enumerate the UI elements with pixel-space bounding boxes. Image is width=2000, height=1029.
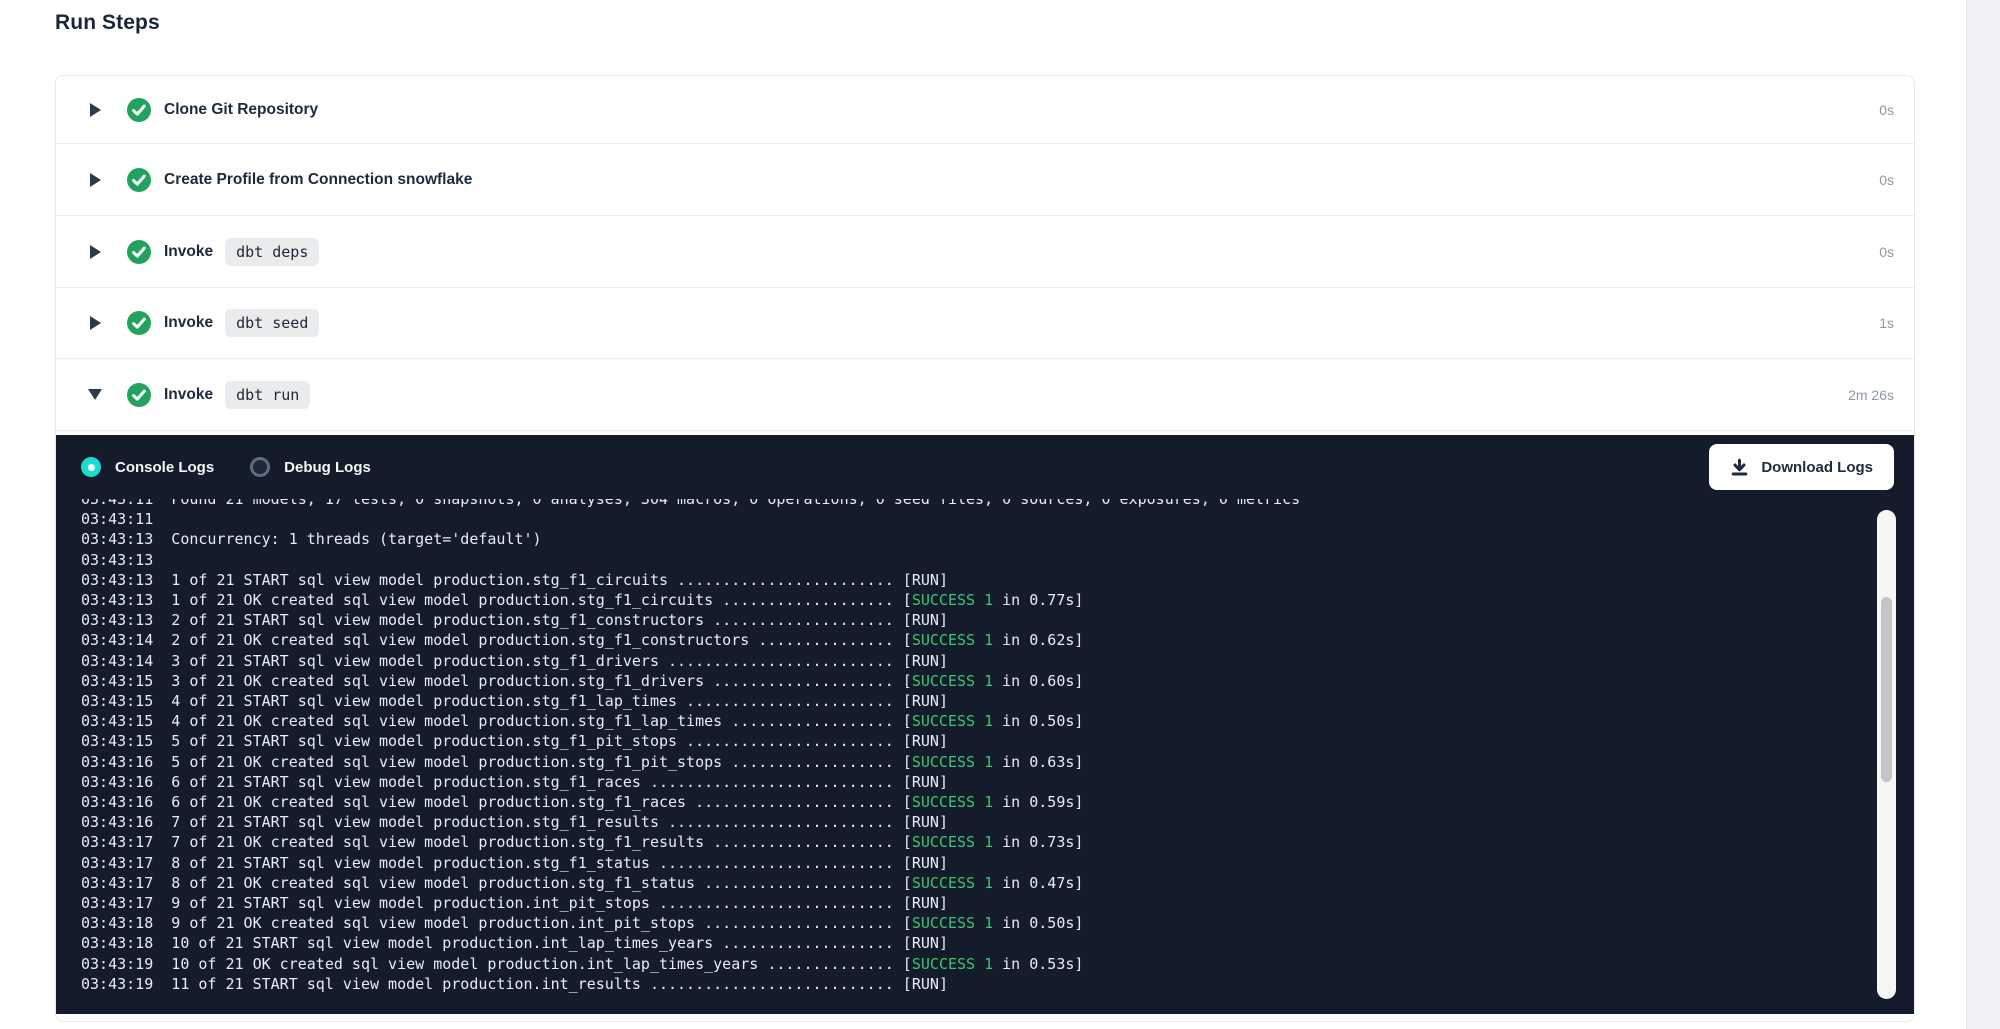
radio-unselected-icon[interactable] bbox=[250, 457, 270, 477]
chevron-right-icon bbox=[90, 173, 101, 187]
step-row-create-profile[interactable]: Create Profile from Connection snowflake… bbox=[56, 144, 1914, 216]
debug-logs-label: Debug Logs bbox=[284, 459, 371, 476]
step-row-clone-git-repository[interactable]: Clone Git Repository 0s bbox=[56, 76, 1914, 144]
expand-toggle[interactable] bbox=[88, 316, 102, 330]
step-row-invoke-dbt-seed[interactable]: Invoke dbt seed 1s bbox=[56, 288, 1914, 359]
expand-toggle[interactable] bbox=[88, 245, 102, 259]
log-line: 03:43:18 9 of 21 OK created sql view mod… bbox=[81, 913, 1914, 933]
log-line: 03:43:15 5 of 21 START sql view model pr… bbox=[81, 731, 1914, 751]
log-line: 03:43:16 5 of 21 OK created sql view mod… bbox=[81, 752, 1914, 772]
command-badge: dbt run bbox=[225, 381, 310, 409]
log-line: 03:43:17 8 of 21 START sql view model pr… bbox=[81, 853, 1914, 873]
log-scrollbar-track[interactable] bbox=[1877, 510, 1896, 999]
log-line: 03:43:16 7 of 21 START sql view model pr… bbox=[81, 812, 1914, 832]
step-duration: 0s bbox=[1879, 244, 1894, 260]
log-line: 03:43:13 bbox=[81, 550, 1914, 570]
download-icon bbox=[1730, 458, 1749, 477]
page-edge-strip bbox=[1966, 0, 2000, 1029]
radio-selected-icon[interactable] bbox=[81, 457, 101, 477]
expand-toggle[interactable] bbox=[88, 173, 102, 187]
run-steps-card: Clone Git Repository 0s Create Profile f… bbox=[55, 75, 1915, 1022]
step-duration: 0s bbox=[1879, 102, 1894, 118]
console-logs-label: Console Logs bbox=[115, 459, 214, 476]
console-logs-radio[interactable]: Console Logs bbox=[81, 457, 214, 477]
success-check-icon bbox=[127, 240, 151, 264]
step-row-invoke-dbt-run[interactable]: Invoke dbt run 2m 26s bbox=[56, 359, 1914, 431]
log-line: 03:43:16 6 of 21 START sql view model pr… bbox=[81, 772, 1914, 792]
step-label: Create Profile from Connection snowflake bbox=[164, 171, 472, 189]
step-duration: 0s bbox=[1879, 172, 1894, 188]
expand-toggle[interactable] bbox=[88, 389, 102, 400]
log-line: 03:43:13 1 of 21 START sql view model pr… bbox=[81, 570, 1914, 590]
chevron-right-icon bbox=[90, 103, 101, 117]
success-check-icon bbox=[127, 168, 151, 192]
log-line: 03:43:19 10 of 21 OK created sql view mo… bbox=[81, 954, 1914, 974]
download-logs-button[interactable]: Download Logs bbox=[1709, 444, 1894, 490]
success-check-icon bbox=[127, 311, 151, 335]
success-check-icon bbox=[127, 383, 151, 407]
log-line: 03:43:13 1 of 21 OK created sql view mod… bbox=[81, 590, 1914, 610]
debug-logs-radio[interactable]: Debug Logs bbox=[250, 457, 371, 477]
step-label: Invoke bbox=[164, 386, 213, 404]
command-badge: dbt seed bbox=[225, 309, 319, 337]
expand-toggle[interactable] bbox=[88, 103, 102, 117]
command-badge: dbt deps bbox=[225, 238, 319, 266]
log-line: 03:43:15 4 of 21 START sql view model pr… bbox=[81, 691, 1914, 711]
log-line: 03:43:14 2 of 21 OK created sql view mod… bbox=[81, 630, 1914, 650]
log-panel-header: Console Logs Debug Logs Download Logs bbox=[56, 435, 1914, 499]
step-label: Invoke bbox=[164, 314, 213, 332]
step-row-invoke-dbt-deps[interactable]: Invoke dbt deps 0s bbox=[56, 216, 1914, 288]
download-logs-label: Download Logs bbox=[1761, 459, 1873, 476]
log-line: 03:43:19 11 of 21 START sql view model p… bbox=[81, 974, 1914, 994]
log-line: 03:43:14 3 of 21 START sql view model pr… bbox=[81, 651, 1914, 671]
log-line: 03:43:15 4 of 21 OK created sql view mod… bbox=[81, 711, 1914, 731]
step-duration: 2m 26s bbox=[1848, 387, 1894, 403]
log-line: 03:43:11 bbox=[81, 509, 1914, 529]
log-scrollbar-thumb[interactable] bbox=[1881, 597, 1892, 782]
chevron-right-icon bbox=[90, 316, 101, 330]
log-line: 03:43:17 9 of 21 START sql view model pr… bbox=[81, 893, 1914, 913]
log-line: 03:43:11 Found 21 models, 17 tests, 0 sn… bbox=[81, 499, 1914, 509]
log-line: 03:43:13 2 of 21 START sql view model pr… bbox=[81, 610, 1914, 630]
log-line: 03:43:15 3 of 21 OK created sql view mod… bbox=[81, 671, 1914, 691]
step-label: Invoke bbox=[164, 243, 213, 261]
log-line: 03:43:17 8 of 21 OK created sql view mod… bbox=[81, 873, 1914, 893]
log-line: 03:43:17 7 of 21 OK created sql view mod… bbox=[81, 832, 1914, 852]
chevron-right-icon bbox=[90, 245, 101, 259]
log-line: 03:43:16 6 of 21 OK created sql view mod… bbox=[81, 792, 1914, 812]
log-line: 03:43:13 Concurrency: 1 threads (target=… bbox=[81, 529, 1914, 549]
console-log-output: 03:43:11 Found 21 models, 17 tests, 0 sn… bbox=[56, 499, 1914, 1011]
step-duration: 1s bbox=[1879, 315, 1894, 331]
page-title: Run Steps bbox=[55, 11, 160, 35]
log-panel: Console Logs Debug Logs Download Logs 03… bbox=[56, 435, 1914, 1014]
step-label: Clone Git Repository bbox=[164, 101, 318, 119]
log-line: 03:43:18 10 of 21 START sql view model p… bbox=[81, 933, 1914, 953]
success-check-icon bbox=[127, 98, 151, 122]
chevron-down-icon bbox=[88, 389, 102, 400]
